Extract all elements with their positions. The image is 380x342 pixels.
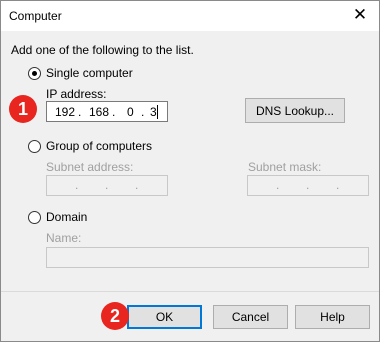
group-of-computers-label: Group of computers <box>46 139 153 153</box>
computer-dialog: Computer ✕ Add one of the following to t… <box>0 0 380 342</box>
ip-octet-2: 168 <box>89 105 110 119</box>
single-computer-radio[interactable] <box>28 67 41 80</box>
instruction-text: Add one of the following to the list. <box>11 43 194 57</box>
step-badge-2: 2 <box>101 302 129 330</box>
separator <box>1 291 379 292</box>
ip-address-input[interactable]: 192 . 168 . 0 . 3 <box>46 101 168 122</box>
subnet-address-input[interactable]: . . . <box>46 175 168 196</box>
close-icon[interactable]: ✕ <box>349 5 371 25</box>
ip-octet-1: 192 <box>55 105 76 119</box>
ok-button[interactable]: OK <box>127 305 202 329</box>
single-computer-label: Single computer <box>46 66 133 80</box>
group-of-computers-radio[interactable] <box>28 140 41 153</box>
subnet-mask-input[interactable]: . . . <box>247 175 369 196</box>
domain-name-input[interactable] <box>46 247 369 268</box>
domain-name-label: Name: <box>46 231 82 245</box>
domain-radio[interactable] <box>28 211 41 224</box>
dns-lookup-button[interactable]: DNS Lookup... <box>245 98 345 123</box>
ip-octet-3: 0 <box>127 105 134 119</box>
text-caret <box>157 105 158 119</box>
subnet-mask-label: Subnet mask: <box>248 160 322 174</box>
ip-octet-4: 3 <box>150 105 157 119</box>
title-bar: Computer ✕ <box>1 1 379 31</box>
domain-label: Domain <box>46 210 88 224</box>
help-button[interactable]: Help <box>295 305 370 329</box>
window-title: Computer <box>9 9 62 23</box>
step-badge-1: 1 <box>9 95 37 123</box>
ip-address-label: IP address: <box>46 87 107 101</box>
cancel-button[interactable]: Cancel <box>213 305 288 329</box>
subnet-address-label: Subnet address: <box>46 160 134 174</box>
